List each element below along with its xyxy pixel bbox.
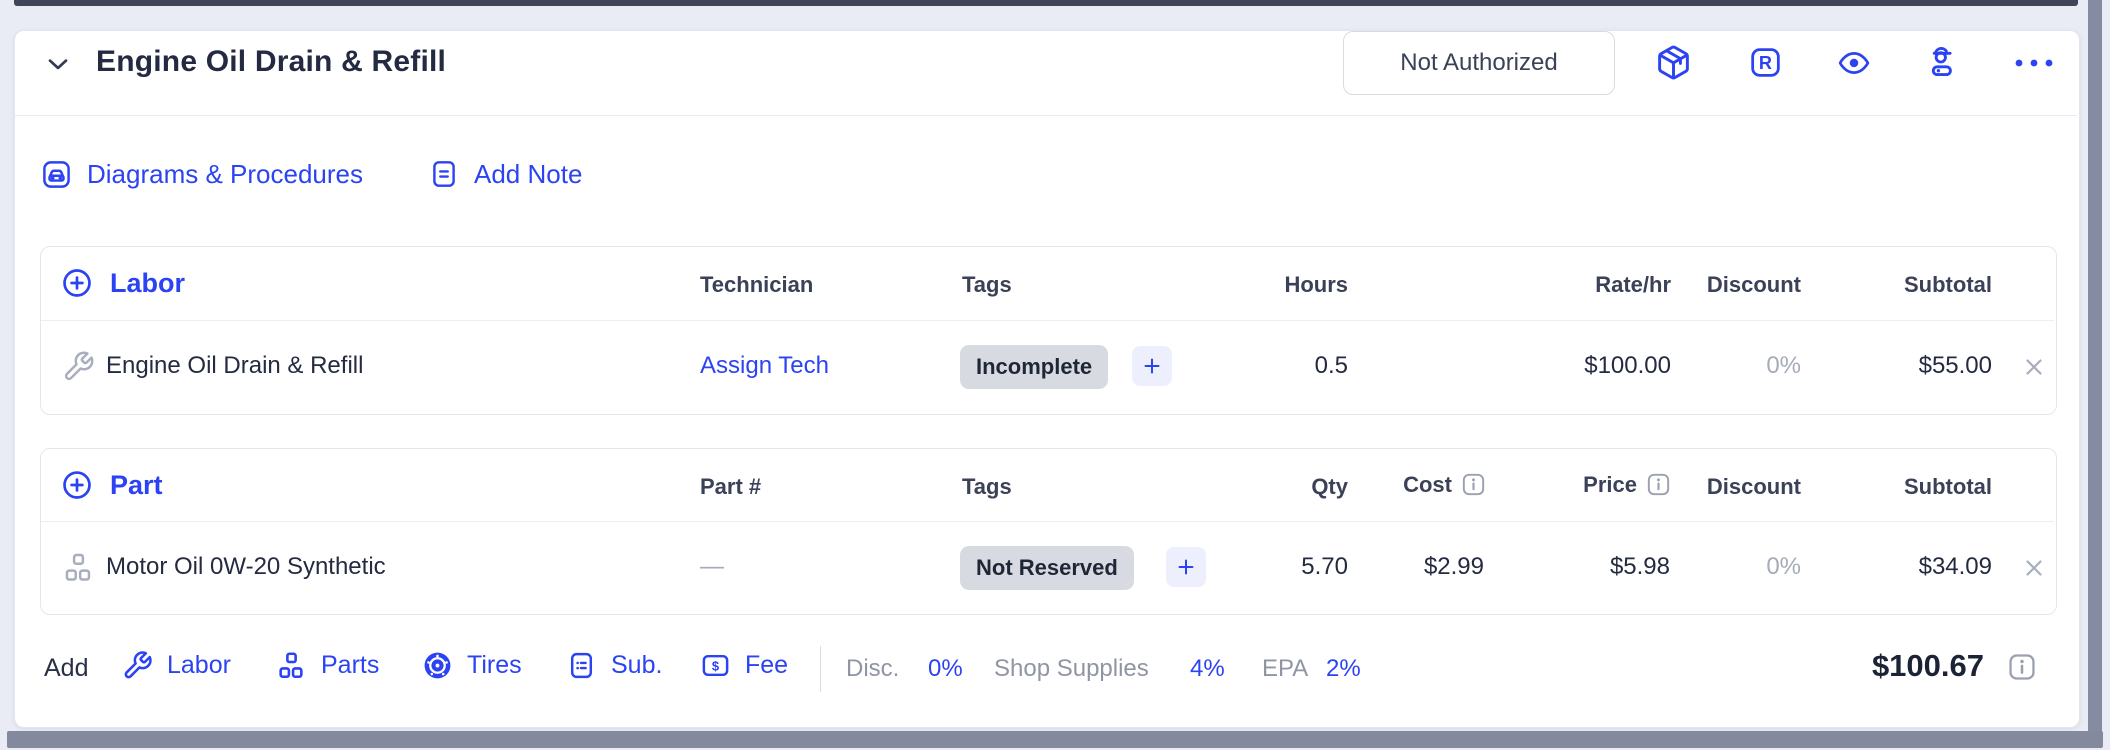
header-divider: [15, 115, 2077, 116]
discount-label: Disc.: [846, 655, 900, 682]
labor-tag-badge[interactable]: Incomplete: [960, 345, 1109, 389]
epa-label: EPA: [1262, 655, 1309, 682]
part-tag-badge[interactable]: Not Reserved: [960, 546, 1134, 590]
parts-icon: [62, 551, 95, 584]
part-col-discount: Discount: [1706, 474, 1801, 499]
sublet-doc-icon: [566, 650, 597, 681]
add-labor-link-label: Labor: [167, 651, 231, 679]
fee-dollar-icon: $: [700, 650, 731, 681]
part-row-name: Motor Oil 0W-20 Synthetic: [106, 553, 386, 580]
part-col-subtotal: Subtotal: [1904, 474, 1992, 499]
wrench-icon: [122, 650, 153, 681]
fee-symbol: $: [712, 658, 719, 673]
add-labor-link[interactable]: Labor: [122, 650, 231, 681]
labor-section-label: Labor: [110, 267, 186, 298]
labor-col-subtotal: Subtotal: [1904, 272, 1992, 297]
part-col-partnum: Part #: [700, 474, 762, 499]
technician-icon[interactable]: [1924, 44, 1960, 80]
part-price-value[interactable]: $5.98: [1520, 553, 1670, 581]
close-icon: [2026, 359, 2042, 375]
labor-rate-value[interactable]: $100.00: [1501, 352, 1671, 380]
remove-labor-button[interactable]: [2021, 354, 2047, 380]
more-icon[interactable]: [2012, 56, 2056, 70]
diagrams-procedures-link[interactable]: Diagrams & Procedures: [40, 158, 363, 191]
labor-header-divider: [41, 320, 2054, 321]
labor-col-rate: Rate/hr: [1595, 272, 1671, 297]
diagrams-link-label: Diagrams & Procedures: [87, 159, 363, 189]
add-sublet-link[interactable]: Sub.: [566, 650, 662, 681]
add-label: Add: [44, 654, 89, 682]
close-icon: [2026, 560, 2042, 576]
plus-icon: [1140, 354, 1164, 378]
labor-col-tags: Tags: [962, 272, 1012, 297]
add-labor-button[interactable]: Labor: [60, 266, 185, 300]
info-icon[interactable]: [1645, 471, 1672, 498]
part-col-tags: Tags: [962, 474, 1012, 499]
page-title: Engine Oil Drain & Refill: [96, 45, 447, 78]
labor-hours-value[interactable]: 0.5: [1198, 352, 1348, 380]
r-badge-letter: R: [1759, 53, 1772, 73]
eye-icon[interactable]: [1834, 46, 1874, 80]
part-subtotal-value: $34.09: [1918, 553, 1992, 580]
add-parts-link[interactable]: Parts: [276, 650, 379, 681]
cost-label: Cost: [1403, 471, 1452, 497]
collapse-chevron-button[interactable]: [42, 48, 74, 80]
shop-supplies-label: Shop Supplies: [994, 655, 1149, 682]
add-fee-link[interactable]: $ Fee: [700, 650, 788, 681]
labor-subtotal-value: $55.00: [1918, 352, 1992, 379]
part-col-price: Price: [1502, 471, 1672, 498]
r-badge-icon[interactable]: R: [1748, 45, 1783, 80]
service-card-page: Engine Oil Drain & Refill Not Authorized…: [0, 0, 2110, 750]
assign-tech-link[interactable]: Assign Tech: [700, 352, 829, 380]
part-qty-value[interactable]: 5.70: [1198, 553, 1348, 581]
horizontal-scrollbar[interactable]: [7, 731, 2103, 748]
epa-percent-link[interactable]: 2%: [1326, 655, 1361, 683]
circle-plus-icon: [60, 266, 94, 300]
part-section-label: Part: [110, 469, 163, 500]
previous-card-edge: [14, 0, 2078, 6]
remove-part-button[interactable]: [2021, 555, 2047, 581]
total-info-icon[interactable]: [2006, 651, 2038, 683]
circle-plus-icon: [60, 468, 94, 502]
labor-discount-value[interactable]: 0%: [1681, 352, 1801, 380]
add-part-button[interactable]: Part: [60, 468, 163, 502]
add-parts-link-label: Parts: [321, 651, 380, 679]
service-total: $100.67: [1871, 648, 1984, 683]
part-number-value: —: [700, 553, 724, 580]
price-label: Price: [1583, 471, 1637, 497]
diagrams-icon: [40, 158, 73, 191]
labor-row-name: Engine Oil Drain & Refill: [106, 352, 364, 379]
plus-icon: [1174, 555, 1198, 579]
add-note-link[interactable]: Add Note: [428, 158, 582, 190]
authorization-status-button[interactable]: Not Authorized: [1343, 31, 1615, 95]
part-col-cost: Cost: [1317, 471, 1487, 498]
part-header-divider: [41, 521, 2054, 522]
parts-icon: [276, 650, 307, 681]
footer-divider: [820, 646, 821, 692]
tire-icon: [422, 650, 453, 681]
part-discount-value[interactable]: 0%: [1681, 553, 1801, 581]
labor-col-discount: Discount: [1706, 272, 1801, 297]
wrench-icon: [62, 350, 95, 383]
add-tires-link[interactable]: Tires: [422, 650, 522, 681]
shop-supplies-percent-link[interactable]: 4%: [1190, 655, 1225, 683]
labor-col-hours: Hours: [1284, 272, 1348, 297]
add-note-link-label: Add Note: [474, 158, 583, 189]
add-fee-link-label: Fee: [745, 651, 789, 679]
add-tires-link-label: Tires: [467, 651, 522, 679]
add-sublet-link-label: Sub.: [611, 651, 663, 679]
add-labor-tag-button[interactable]: [1132, 346, 1172, 386]
vertical-scrollbar[interactable]: [2088, 0, 2102, 748]
chevron-down-icon: [42, 48, 74, 80]
package-icon[interactable]: [1655, 44, 1692, 81]
status-button-label: Not Authorized: [1400, 49, 1558, 76]
info-icon[interactable]: [1460, 471, 1487, 498]
part-cost-value[interactable]: $2.99: [1334, 553, 1484, 581]
note-icon: [428, 158, 460, 190]
discount-percent-link[interactable]: 0%: [928, 655, 963, 683]
labor-col-technician: Technician: [700, 272, 814, 297]
